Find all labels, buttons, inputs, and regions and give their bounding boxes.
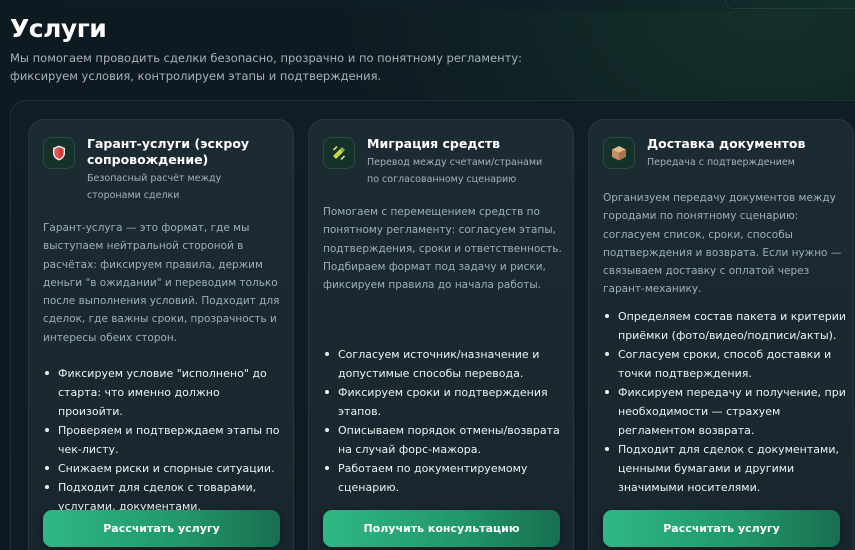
card-description: Гарант-услуга — это формат, где мы высту… xyxy=(43,222,280,344)
card-bullet-list: Определяем состав пакета и критерии приё… xyxy=(603,307,848,497)
list-item: Согласуем источник/назначение и допустим… xyxy=(323,345,568,383)
list-item: Работаем по документируемому сценарию. xyxy=(323,459,568,497)
card-subtitle: Перевод между счетами/странами по соглас… xyxy=(367,157,543,185)
list-item: Фиксируем сроки и подтверждения этапов. xyxy=(323,383,568,421)
card-title: Гарант-услуги (эскроу сопровождение) xyxy=(87,136,250,167)
list-item: Снижаем риски и спорные ситуации. xyxy=(43,459,288,478)
service-card-documents: Доставка документов Передача с подтвержд… xyxy=(588,119,854,550)
get-consultation-button[interactable]: Получить консультацию xyxy=(323,510,560,547)
card-subtitle: Безопасный расчёт между сторонами сделки xyxy=(87,173,222,201)
card-bullet-list: Согласуем источник/назначение и допустим… xyxy=(323,345,568,497)
service-card-migration: Миграция средств Перевод между счетами/с… xyxy=(308,119,574,550)
services-page: Услуги Мы помогаем проводить сделки безо… xyxy=(0,0,855,550)
page-title: Услуги xyxy=(10,14,107,43)
top-bar xyxy=(0,0,855,10)
list-item: Фиксируем передачу и получение, при необ… xyxy=(603,383,848,440)
list-item: Определяем состав пакета и критерии приё… xyxy=(603,307,848,345)
shield-icon xyxy=(43,137,75,169)
list-item: Подходит для сделок с документами, ценны… xyxy=(603,440,848,497)
list-item: Согласуем сроки, способ доставки и точки… xyxy=(603,345,848,383)
list-item: Описываем порядок отмены/возврата на слу… xyxy=(323,421,568,459)
card-bullet-list: Фиксируем условие "исполнено" до старта:… xyxy=(43,364,288,516)
calculate-service-button[interactable]: Рассчитать услугу xyxy=(603,510,840,547)
list-item: Фиксируем условие "исполнено" до старта:… xyxy=(43,364,288,421)
card-description: Помогаем с перемещением средств по понят… xyxy=(323,206,562,292)
card-subtitle: Передача с подтверждением xyxy=(647,157,795,168)
list-item: Проверяем и подтверждаем этапы по чек-ли… xyxy=(43,421,288,459)
card-title: Доставка документов xyxy=(647,136,806,151)
calculate-service-button[interactable]: Рассчитать услугу xyxy=(43,510,280,547)
page-subtitle: Мы помогаем проводить сделки безопасно, … xyxy=(10,51,522,83)
migration-icon xyxy=(323,137,355,169)
card-title: Миграция средств xyxy=(367,136,501,151)
package-icon xyxy=(603,137,635,169)
service-card-escrow: Гарант-услуги (эскроу сопровождение) Без… xyxy=(28,119,294,550)
card-description: Организуем передачу документов между гор… xyxy=(603,192,842,296)
